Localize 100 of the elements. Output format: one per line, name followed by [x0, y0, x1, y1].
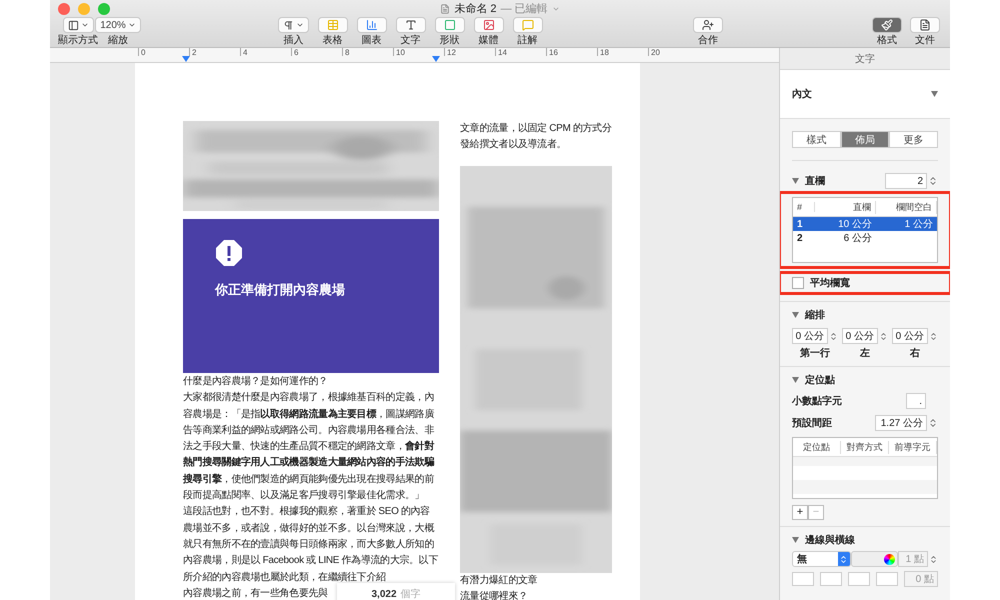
format-button[interactable]	[872, 17, 902, 33]
toolbar-label: 註解	[518, 35, 538, 46]
image-icon	[482, 19, 494, 31]
toolbar-label: 文字	[400, 35, 420, 46]
section-toggle[interactable]: 直欄	[792, 174, 825, 188]
stepper-icon[interactable]	[928, 418, 938, 428]
view-button[interactable]	[62, 17, 94, 33]
caret-icon	[128, 21, 136, 29]
shape-button[interactable]	[434, 17, 464, 33]
field-label: 右	[910, 346, 920, 360]
segment-tab[interactable]: 樣式	[792, 131, 841, 148]
disclosure-triangle-icon	[792, 537, 799, 543]
heading-text: 有潛力爆紅的文章	[460, 574, 538, 588]
field-label: 左	[860, 346, 870, 360]
document-icon	[440, 4, 450, 14]
ruler-label: 18	[600, 48, 609, 56]
stepper-icon[interactable]	[929, 554, 938, 564]
caret-icon	[296, 21, 304, 29]
decimal-character-field[interactable]: .	[906, 393, 926, 409]
add-button[interactable]: +	[792, 505, 808, 520]
stepper-icon[interactable]	[829, 332, 838, 340]
color-wheel-icon[interactable]	[884, 554, 895, 564]
document-icon	[919, 19, 931, 31]
ruler-label: 8	[345, 48, 350, 56]
ruler-label: 4	[243, 48, 248, 56]
square-icon	[444, 19, 456, 31]
table-cell-text: 1 公分	[904, 218, 934, 231]
ruler-label: 10	[396, 48, 405, 56]
table-cell-text: 10 公分	[837, 218, 873, 231]
column-header: #	[793, 202, 815, 212]
body-paragraph: 大家都很清楚什麼是內容農場了，根據維基百科的定義，內容農場是：「是指以取得網路流量為主要目標，圖謀網路廣告等商業利益的網站或網路公司。內容農場用各種合法、非法之手段大量、快速的生產品質不穩定的網路文章，會針對熱門搜尋關鍵字用人工或機器製造大量網站內容的手法欺騙搜尋引擎，使他們製造的網頁能夠優先出現在搜尋結果的前段而提高點閱率、以及滿足客戶搜尋引擎最佳化需求。」	[183, 390, 436, 504]
text-button[interactable]	[396, 17, 426, 33]
toolbar-label: 縮放	[108, 35, 128, 46]
ruler-label: 14	[498, 48, 507, 56]
text-icon	[404, 19, 416, 31]
bar-chart-icon	[366, 19, 378, 31]
toolbar-label: 表格	[322, 35, 342, 46]
person-add-icon	[702, 19, 714, 31]
column-header: 前導字元	[889, 440, 937, 454]
column-header: 對齊方式	[841, 440, 889, 454]
word-count[interactable]: 3,022 個字	[337, 583, 455, 600]
stepper-icon	[839, 554, 848, 564]
caret-icon	[80, 21, 88, 29]
column-count-field[interactable]: 2	[885, 173, 927, 189]
indent-field[interactable]: 0 公分	[842, 328, 878, 344]
stepper-icon[interactable]	[929, 332, 938, 340]
disclosure-triangle-icon	[792, 312, 799, 318]
field-label: 預設間距	[792, 416, 832, 430]
disclosure-triangle-icon	[931, 91, 938, 97]
word-count-unit: 個字	[400, 588, 421, 600]
window-title: 未命名 2	[454, 2, 497, 16]
disclosure-triangle-icon	[792, 377, 799, 383]
indent-field[interactable]: 0 公分	[892, 328, 928, 344]
comment-icon	[522, 19, 534, 31]
zoom-button[interactable]: 120%	[95, 17, 141, 33]
checkbox-label: 平均欄寬	[810, 276, 850, 290]
ruler-label: 16	[549, 48, 558, 56]
body-paragraph: 文章的流量，以固定 CPM 的方式分發給撰文者以及導流者。	[460, 122, 612, 152]
table-row[interactable]: 1 10 公分 1 公分	[793, 217, 937, 231]
table-cell-text: 1	[796, 218, 804, 230]
body-paragraph: 這段話也對，也不對。根據我的觀察，著重於 SEO 的內容農場並不多，或者說，做得好的並不多。以台灣來說，大概就只有無所不在的壹讀與每日頭條兩家，而大多數人所知的內容農場，則是以 Facebook 或 LINE 作為導流的大宗。以下所介紹的內容農場也屬於此類，在繼續往下介紹	[183, 504, 439, 585]
ruler-label: 6	[294, 48, 298, 56]
ruler-label: 0	[141, 48, 146, 56]
body-paragraph: 什麼是內容農場？是如何運作的？	[183, 374, 329, 389]
paintbrush-icon	[881, 19, 893, 31]
column-header: 欄間空白	[876, 200, 937, 214]
edited-status: — 已編輯	[500, 2, 548, 16]
chart-button[interactable]	[356, 17, 386, 33]
document-button[interactable]	[910, 17, 940, 33]
indent-field[interactable]: 0 公分	[792, 328, 828, 344]
section-toggle[interactable]: 縮排	[792, 308, 825, 322]
toolbar-label: 格式	[877, 35, 897, 46]
alert-icon	[215, 239, 243, 267]
default-spacing-field[interactable]: 1.27 公分	[875, 415, 927, 431]
table-cell-text: 6 公分	[842, 232, 873, 245]
close-button[interactable]	[58, 3, 70, 15]
paragraph-style-menu[interactable]: 內文	[780, 70, 950, 119]
toolbar-label: 文件	[915, 35, 935, 46]
color-well[interactable]	[850, 551, 898, 567]
border-style-select[interactable]: 無	[792, 551, 851, 567]
segment-tab[interactable]: 佈局	[840, 131, 890, 148]
column-header: 直欄	[815, 200, 876, 214]
toolbar-label: 顯示方式	[58, 35, 98, 46]
toolbar-label: 插入	[284, 35, 304, 46]
segment-tab[interactable]: 更多	[889, 131, 938, 148]
table-icon	[326, 19, 338, 31]
stepper-icon[interactable]	[879, 332, 888, 340]
ruler-label: 20	[651, 48, 660, 56]
stepper-icon[interactable]	[928, 176, 938, 186]
collaborate-button[interactable]	[693, 17, 723, 33]
disclosure-triangle-icon	[792, 178, 799, 184]
insert-button[interactable]	[278, 17, 309, 33]
field-label: 第一行	[800, 346, 830, 360]
column-header: 定位點	[793, 440, 841, 454]
toolbar-label: 圖表	[362, 35, 382, 46]
section-toggle[interactable]: 定位點	[792, 373, 835, 387]
section-toggle[interactable]: 邊線與橫線	[792, 533, 855, 547]
ruler-label: 12	[447, 48, 456, 56]
checkbox[interactable]	[792, 277, 804, 289]
media-button[interactable]	[474, 17, 504, 33]
